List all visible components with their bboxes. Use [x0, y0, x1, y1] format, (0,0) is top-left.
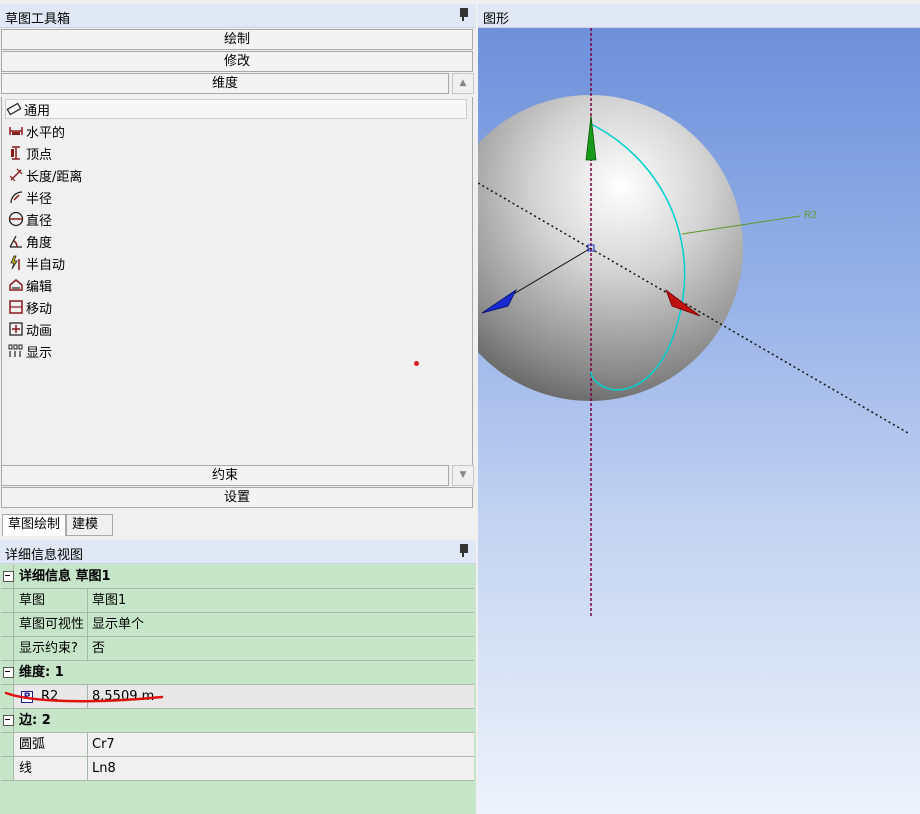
property-key: 草图 — [14, 589, 88, 612]
tool-display[interactable]: 显示 — [8, 341, 470, 361]
dimension-tool-list: 通用 水平的 顶点 长度/距离 半径 直径 角度 半自动 编辑 移动 动画 显示 — [1, 97, 473, 465]
tool-label: 动画 — [26, 323, 53, 339]
tool-label: 直径 — [26, 213, 53, 229]
sphere-body[interactable] — [478, 95, 743, 401]
tool-label: 长度/距离 — [26, 169, 83, 185]
tool-angle[interactable]: 角度 — [8, 231, 470, 251]
details-title-bar: 详细信息视图 — [0, 540, 476, 564]
property-value[interactable]: Ln8 — [88, 757, 474, 780]
tool-label: 半自动 — [26, 257, 66, 273]
group-sketch-details[interactable]: 详细信息 草图1 — [1, 565, 474, 589]
cursor-dot — [414, 361, 419, 366]
tool-edit[interactable]: 编辑 — [8, 275, 470, 295]
section-dimensions[interactable]: 维度 — [1, 73, 449, 94]
property-key: 线 — [14, 757, 88, 780]
section-settings[interactable]: 设置 — [1, 487, 473, 508]
property-value[interactable]: 否 — [88, 637, 474, 660]
section-modify[interactable]: 修改 — [1, 51, 473, 72]
tool-animate[interactable]: 动画 — [8, 319, 470, 339]
group-title: 详细信息 草图1 — [19, 569, 111, 584]
property-value[interactable]: Cr7 — [88, 733, 474, 756]
red-underline-annotation — [4, 691, 164, 703]
scroll-up-button[interactable]: ▲ — [452, 73, 474, 94]
ruler-icon — [6, 101, 22, 117]
tool-label: 编辑 — [26, 279, 53, 295]
property-row[interactable]: 草图 草图1 — [1, 589, 474, 613]
tool-move[interactable]: 移动 — [8, 297, 470, 317]
tool-vertex[interactable]: 顶点 — [8, 143, 470, 163]
sketch-toolbox: 草图工具箱 绘制 修改 维度 ▲ 通用 水平的 顶点 长度/距离 半径 直径 角… — [0, 4, 476, 538]
toolbox-title: 草图工具箱 — [5, 12, 71, 27]
tool-label: 水平的 — [26, 125, 66, 141]
toolbox-tabs: 草图绘制 建模 — [0, 510, 476, 538]
tab-sketching[interactable]: 草图绘制 — [2, 514, 66, 536]
graphics-panel: 图形 R2 — [478, 4, 920, 814]
radius-dim-icon — [8, 189, 24, 205]
tool-radius[interactable]: 半径 — [8, 187, 470, 207]
tool-label: 移动 — [26, 301, 53, 317]
tool-label: 通用 — [24, 103, 51, 119]
move-dim-icon — [8, 299, 24, 315]
pin-icon[interactable] — [458, 544, 468, 558]
dimension-label-r2[interactable]: R2 — [804, 210, 817, 221]
details-title: 详细信息视图 — [5, 548, 84, 563]
diameter-dim-icon — [8, 211, 24, 227]
section-constraints[interactable]: 约束 — [1, 465, 449, 486]
property-row[interactable]: 草图可视性 显示单个 — [1, 613, 474, 637]
tool-general[interactable]: 通用 — [5, 99, 467, 119]
scroll-down-button[interactable]: ▼ — [452, 465, 474, 486]
semi-auto-icon — [8, 255, 24, 271]
pin-icon[interactable] — [458, 8, 468, 22]
section-draw[interactable]: 绘制 — [1, 29, 473, 50]
animate-icon — [8, 321, 24, 337]
property-key: 草图可视性 — [14, 613, 88, 636]
property-value[interactable]: 显示单个 — [88, 613, 474, 636]
3d-viewport[interactable]: R2 — [478, 28, 920, 814]
tool-label: 半径 — [26, 191, 53, 207]
display-icon — [8, 343, 24, 359]
property-key: 显示约束? — [14, 637, 88, 660]
details-view: 详细信息视图 详细信息 草图1 草图 草图1 草图可视性 显示单个 显示约束? … — [0, 540, 476, 814]
tool-horizontal[interactable]: 水平的 — [8, 121, 470, 141]
edit-dim-icon — [8, 277, 24, 293]
tool-length[interactable]: 长度/距离 — [8, 165, 470, 185]
property-row[interactable]: 显示约束? 否 — [1, 637, 474, 661]
length-dim-icon — [8, 167, 24, 183]
property-value[interactable]: 草图1 — [88, 589, 474, 612]
horizontal-dim-icon — [8, 123, 24, 139]
graphics-title-bar: 图形 — [478, 4, 920, 28]
viewport-scene[interactable]: R2 — [478, 28, 920, 814]
tool-label: 角度 — [26, 235, 53, 251]
property-row[interactable]: 线 Ln8 — [1, 757, 474, 781]
tool-semi-auto[interactable]: 半自动 — [8, 253, 470, 273]
property-row[interactable]: 圆弧 Cr7 — [1, 733, 474, 757]
tool-label: 顶点 — [26, 147, 53, 163]
property-key: 圆弧 — [14, 733, 88, 756]
details-grid: 详细信息 草图1 草图 草图1 草图可视性 显示单个 显示约束? 否 维度: 1… — [1, 565, 474, 781]
collapse-icon[interactable] — [1, 565, 14, 589]
graphics-title: 图形 — [483, 12, 510, 27]
tab-modeling[interactable]: 建模 — [66, 514, 113, 536]
angle-dim-icon — [8, 233, 24, 249]
tool-label: 显示 — [26, 345, 53, 361]
tool-diameter[interactable]: 直径 — [8, 209, 470, 229]
toolbox-title-bar: 草图工具箱 — [0, 4, 476, 28]
vertical-dim-icon — [8, 145, 24, 161]
